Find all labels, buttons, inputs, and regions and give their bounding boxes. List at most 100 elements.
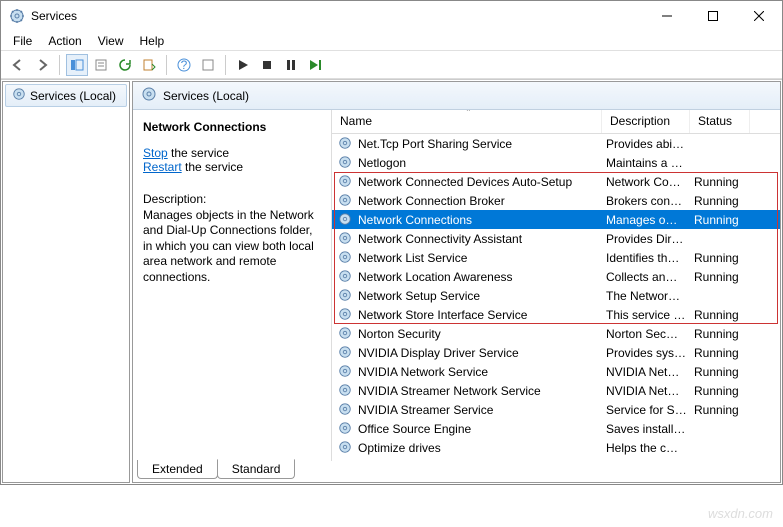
tab-extended[interactable]: Extended [137, 460, 218, 479]
tree-item-services-local[interactable]: Services (Local) [5, 84, 127, 107]
service-row[interactable]: Network Connectivity AssistantProvides D… [332, 229, 780, 248]
gear-icon [338, 383, 354, 399]
service-row[interactable]: NVIDIA Streamer Network ServiceNVIDIA Ne… [332, 381, 780, 400]
tree-item-label: Services (Local) [30, 89, 116, 103]
forward-button[interactable] [31, 54, 53, 76]
minimize-button[interactable] [644, 1, 690, 31]
service-status: Running [694, 365, 754, 379]
gear-icon [338, 421, 354, 437]
service-status: Running [694, 327, 754, 341]
back-button[interactable] [7, 54, 29, 76]
service-status: Running [694, 175, 754, 189]
toolbar-button-extra[interactable] [197, 54, 219, 76]
pause-service-button[interactable] [280, 54, 302, 76]
service-row[interactable]: NVIDIA Network ServiceNVIDIA Net…Running [332, 362, 780, 381]
service-description: This service … [606, 308, 694, 322]
gear-icon [338, 288, 354, 304]
service-description: Manages o… [606, 213, 694, 227]
service-name: Network List Service [358, 251, 606, 265]
tab-standard[interactable]: Standard [217, 459, 296, 479]
gear-icon [12, 87, 26, 104]
menu-view[interactable]: View [92, 34, 130, 48]
restart-service-button[interactable] [304, 54, 326, 76]
show-hide-tree-button[interactable] [66, 54, 88, 76]
close-button[interactable] [736, 1, 782, 31]
service-row[interactable]: Norton SecurityNorton Sec…Running [332, 324, 780, 343]
service-row[interactable]: Optimize drivesHelps the c… [332, 438, 780, 457]
help-button[interactable]: ? [173, 54, 195, 76]
column-description[interactable]: Description [602, 110, 690, 133]
stop-service-button[interactable] [256, 54, 278, 76]
gear-icon [338, 364, 354, 380]
service-row[interactable]: Network ConnectionsManages o…Running [332, 210, 780, 229]
gear-icon [338, 174, 354, 190]
gear-icon [338, 440, 354, 456]
column-name[interactable]: Name [332, 110, 602, 133]
gear-icon [338, 193, 354, 209]
service-row[interactable]: NVIDIA Streamer ServiceService for S…Run… [332, 400, 780, 419]
titlebar: Services [1, 1, 782, 31]
service-name: Network Connection Broker [358, 194, 606, 208]
service-description: NVIDIA Net… [606, 384, 694, 398]
service-description: Provides Dir… [606, 232, 694, 246]
service-description: Collects an… [606, 270, 694, 284]
service-status: Running [694, 213, 754, 227]
service-name: Norton Security [358, 327, 606, 341]
service-status: Running [694, 194, 754, 208]
gear-icon [338, 269, 354, 285]
service-description: Brokers con… [606, 194, 694, 208]
service-name: Network Location Awareness [358, 270, 606, 284]
selected-service-name: Network Connections [143, 120, 321, 134]
service-description: Maintains a … [606, 156, 694, 170]
menu-action[interactable]: Action [42, 34, 87, 48]
service-row[interactable]: NetlogonMaintains a … [332, 153, 780, 172]
gear-icon [141, 86, 157, 105]
service-name: Network Connections [358, 213, 606, 227]
svg-text:?: ? [181, 58, 188, 72]
start-service-button[interactable] [232, 54, 254, 76]
service-name: Network Store Interface Service [358, 308, 606, 322]
gear-icon [338, 345, 354, 361]
service-row[interactable]: NVIDIA Display Driver ServiceProvides sy… [332, 343, 780, 362]
service-description: Provides abi… [606, 137, 694, 151]
service-row[interactable]: Network Connection BrokerBrokers con…Run… [332, 191, 780, 210]
service-row[interactable]: Network Location AwarenessCollects an…Ru… [332, 267, 780, 286]
gear-icon [338, 402, 354, 418]
tree-pane: Services (Local) [2, 81, 130, 483]
service-name: Network Connected Devices Auto-Setup [358, 175, 606, 189]
service-status: Running [694, 251, 754, 265]
service-row[interactable]: Net.Tcp Port Sharing ServiceProvides abi… [332, 134, 780, 153]
service-row[interactable]: Network Setup ServiceThe Networ… [332, 286, 780, 305]
menu-help[interactable]: Help [134, 34, 171, 48]
window-title: Services [31, 9, 644, 23]
service-name: NVIDIA Streamer Service [358, 403, 606, 417]
column-status[interactable]: Status [690, 110, 750, 133]
service-description: Helps the c… [606, 441, 694, 455]
service-name: Office Source Engine [358, 422, 606, 436]
properties-button[interactable] [90, 54, 112, 76]
watermark: wsxdn.com [708, 506, 773, 521]
service-name: Optimize drives [358, 441, 606, 455]
maximize-button[interactable] [690, 1, 736, 31]
service-name: Netlogon [358, 156, 606, 170]
refresh-button[interactable] [114, 54, 136, 76]
service-status: Running [694, 308, 754, 322]
gear-icon [338, 326, 354, 342]
service-name: Network Setup Service [358, 289, 606, 303]
restart-link[interactable]: Restart [143, 160, 182, 174]
tabs: Extended Standard [133, 460, 780, 482]
service-row[interactable]: Office Source EngineSaves install… [332, 419, 780, 438]
gear-icon [338, 155, 354, 171]
services-list-body[interactable]: Net.Tcp Port Sharing ServiceProvides abi… [332, 134, 780, 461]
service-description: Norton Sec… [606, 327, 694, 341]
service-name: Net.Tcp Port Sharing Service [358, 137, 606, 151]
stop-link[interactable]: Stop [143, 146, 168, 160]
service-row[interactable]: Network List ServiceIdentifies th…Runnin… [332, 248, 780, 267]
menu-file[interactable]: File [7, 34, 38, 48]
main-body: Services (Local) Services (Local) Networ… [1, 79, 782, 484]
gear-icon [338, 250, 354, 266]
service-row[interactable]: Network Connected Devices Auto-SetupNetw… [332, 172, 780, 191]
service-row[interactable]: Network Store Interface ServiceThis serv… [332, 305, 780, 324]
service-description: Provides sys… [606, 346, 694, 360]
export-button[interactable] [138, 54, 160, 76]
